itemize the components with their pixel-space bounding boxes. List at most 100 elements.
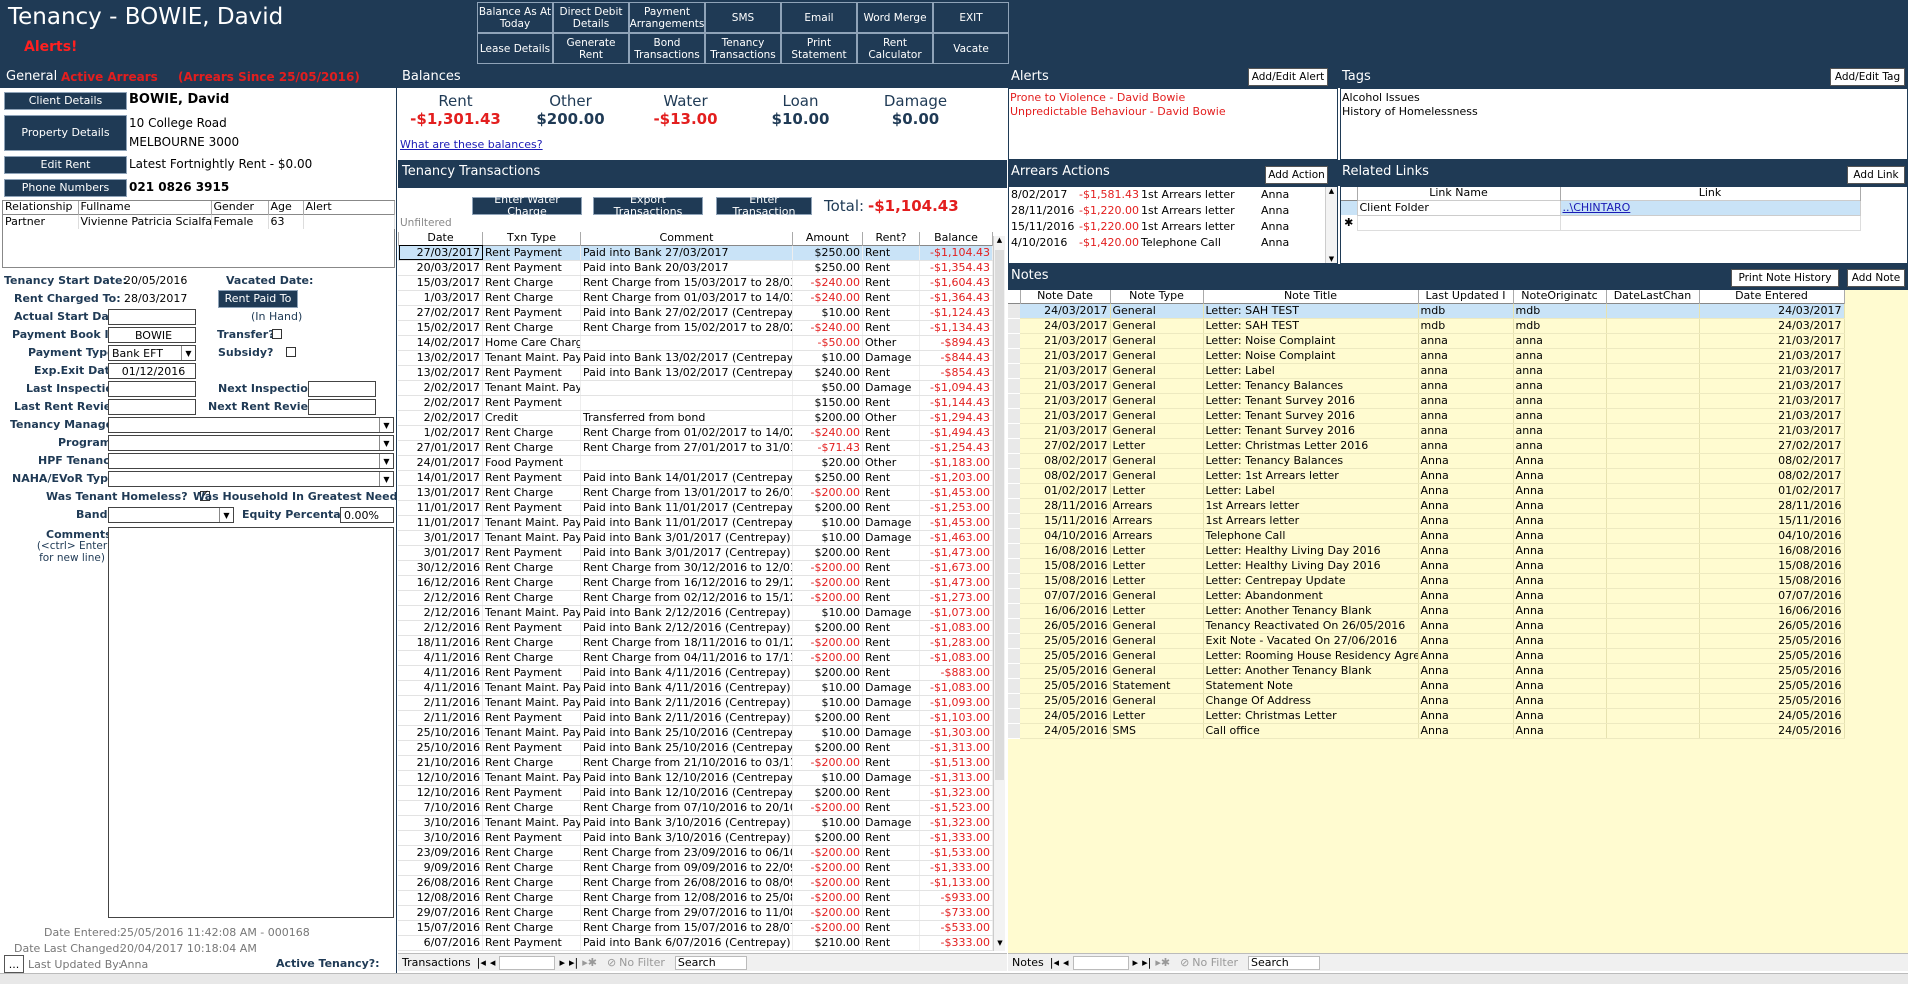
row-selector[interactable] (1008, 543, 1020, 559)
transaction-row[interactable]: 15/03/2017 Rent Charge Rent Charge from 15… (398, 275, 993, 291)
toolbar-payment-arrangements-button[interactable]: Payment Arrangements (629, 2, 705, 33)
hpf-tenancy-select[interactable]: ▼ (108, 453, 394, 469)
toolbar-email-button[interactable]: Email (781, 2, 857, 33)
transactions-column-header[interactable]: Amount (792, 232, 863, 245)
alerts-indicator[interactable]: Alerts! (24, 39, 77, 55)
no-filter-label[interactable]: No Filter (619, 956, 665, 969)
note-row[interactable]: 15/08/2016 Letter Letter: Centrepay Update… (1008, 573, 1845, 589)
row-selector[interactable] (1008, 408, 1020, 424)
note-row[interactable]: 21/03/2017 General Letter: Tenant Survey 2… (1008, 423, 1845, 439)
more-button[interactable]: ... (4, 955, 24, 973)
new-link-url-cell[interactable] (1559, 214, 1861, 231)
scroll-up-icon[interactable]: ▲ (1326, 187, 1337, 195)
next-rent-review-input[interactable] (308, 399, 376, 415)
note-row[interactable]: 15/08/2016 Letter Letter: Healthy Living D… (1008, 558, 1845, 574)
transaction-row[interactable]: 3/10/2016 Rent Payment Paid into Bank 3/10… (398, 830, 993, 846)
transaction-row[interactable]: 13/01/2017 Rent Charge Rent Charge from 13… (398, 485, 993, 501)
link-name-cell[interactable]: Client Folder (1356, 199, 1561, 216)
add-edit-tag-button[interactable]: Add/Edit Tag (1830, 68, 1905, 86)
payment-type-select[interactable]: Bank EFT ▼ (108, 345, 196, 361)
arrears-scrollbar[interactable]: ▲ ▼ (1325, 187, 1337, 263)
row-selector[interactable] (1008, 603, 1020, 619)
note-row[interactable]: 15/11/2016 Arrears 1st Arrears letter Anna A… (1008, 513, 1845, 529)
transaction-row[interactable]: 30/12/2016 Rent Charge Rent Charge from 30… (398, 560, 993, 576)
notes-column-header[interactable]: Note Date (1020, 290, 1111, 303)
row-selector[interactable] (1008, 318, 1020, 334)
actual-start-input[interactable] (108, 309, 196, 325)
transaction-row[interactable]: 15/02/2017 Rent Charge Rent Charge from 15… (398, 320, 993, 336)
add-edit-alert-button[interactable]: Add/Edit Alert (1248, 68, 1328, 86)
transaction-row[interactable]: 23/09/2016 Rent Charge Rent Charge from 23… (398, 845, 993, 861)
tenancy-manager-select[interactable]: ▼ (108, 417, 394, 433)
exp-exit-input[interactable]: 01/12/2016 (108, 363, 196, 379)
link-url-cell[interactable]: ..\CHINTARO (1559, 199, 1861, 216)
payment-book-id-input[interactable]: BOWIE (108, 327, 196, 343)
row-selector[interactable] (1008, 303, 1020, 319)
link-row[interactable]: Client Folder ..\CHINTARO (1341, 199, 1861, 216)
transaction-row[interactable]: 21/10/2016 Rent Charge Rent Charge from 21… (398, 755, 993, 771)
prev-record-icon[interactable]: ◂ (1063, 956, 1069, 969)
transaction-row[interactable]: 12/10/2016Tenant Maint. PaymentPaid into… (398, 770, 993, 786)
row-selector[interactable] (1008, 723, 1020, 739)
row-selector[interactable] (1008, 453, 1020, 469)
transaction-row[interactable]: 9/09/2016 Rent Charge Rent Charge from 09/… (398, 860, 993, 876)
first-record-icon[interactable]: |◂ (477, 956, 486, 969)
record-number-input[interactable] (499, 955, 556, 970)
transactions-column-header[interactable]: Rent? (862, 232, 920, 245)
toolbar-print-statement-button[interactable]: Print Statement (781, 33, 857, 64)
transaction-row[interactable]: 1/03/2017 Rent Charge Rent Charge from 01/… (398, 290, 993, 306)
transaction-row[interactable]: 13/02/2017Tenant Maint. PaymentPaid into… (398, 350, 993, 366)
notes-search-input[interactable]: Search (1247, 955, 1320, 970)
transaction-row[interactable]: 27/02/2017 Rent Payment Paid into Bank 27/… (398, 305, 993, 321)
transactions-column-header[interactable]: Comment (580, 232, 793, 245)
transaction-row[interactable]: 20/03/2017 Rent Payment Paid into Bank 20/… (398, 260, 993, 276)
transaction-row[interactable]: 2/11/2016Tenant Maint. PaymentPaid into … (398, 695, 993, 711)
notes-record-number-input[interactable] (1072, 955, 1129, 970)
note-row[interactable]: 27/02/2017 Letter Letter: Christmas Letter… (1008, 438, 1845, 454)
arrears-action-row[interactable]: 4/10/2016 -$1,420.00 Telephone Call Anna (1009, 235, 1325, 251)
transaction-row[interactable]: 2/11/2016 Rent Payment Paid into Bank 2/11… (398, 710, 993, 726)
household-column-header[interactable]: Relationship (3, 201, 79, 214)
note-row[interactable]: 08/02/2017 General Letter: 1st Arrears let… (1008, 468, 1845, 484)
transaction-row[interactable]: 3/01/2017 Rent Payment Paid into Bank 3/01… (398, 545, 993, 561)
note-row[interactable]: 21/03/2017 General Letter: Tenancy Balance… (1008, 378, 1845, 394)
row-selector[interactable] (1008, 573, 1020, 589)
toolbar-tenancy-transactions-button[interactable]: Tenancy Transactions (705, 33, 781, 64)
rent-paid-to-button[interactable]: Rent Paid To (218, 290, 298, 308)
toolbar-sms-button[interactable]: SMS (705, 2, 781, 33)
chevron-down-icon[interactable]: ▼ (379, 436, 393, 450)
toolbar-bond-transactions-button[interactable]: Bond Transactions (629, 33, 705, 64)
note-row[interactable]: 24/05/2016 SMS Call office Anna Anna 24/05/20… (1008, 723, 1845, 739)
transaction-row[interactable]: 4/11/2016 Rent Payment Paid into Bank 4/11… (398, 665, 993, 681)
notes-column-header[interactable]: Note Title (1203, 290, 1419, 303)
chevron-down-icon[interactable]: ▼ (181, 346, 195, 360)
transaction-row[interactable]: 4/11/2016 Rent Charge Rent Charge from 04/… (398, 650, 993, 666)
transaction-row[interactable]: 18/11/2016 Rent Charge Rent Charge from 18… (398, 635, 993, 651)
transaction-row[interactable]: 2/12/2016Tenant Maint. PaymentPaid into … (398, 605, 993, 621)
notes-no-filter-label[interactable]: No Filter (1192, 956, 1238, 969)
scroll-down-icon[interactable]: ▼ (1326, 255, 1337, 263)
transaction-row[interactable]: 14/02/2017 Home Care Charge -$50.00 Other -$… (398, 335, 993, 351)
household-column-header[interactable]: Alert (303, 201, 395, 214)
transaction-row[interactable]: 25/10/2016Tenant Maint. PaymentPaid into… (398, 725, 993, 741)
next-record-icon[interactable]: ▸ (559, 956, 565, 969)
transaction-row[interactable]: 2/02/2017Tenant Maint. Payment $50.00Dama… (398, 380, 993, 396)
note-row[interactable]: 16/06/2016 Letter Letter: Another Tenancy … (1008, 603, 1845, 619)
toolbar-balance-as-at-today-button[interactable]: Balance As At Today (477, 2, 553, 33)
row-selector[interactable] (1008, 348, 1020, 364)
note-row[interactable]: 21/03/2017 General Letter: Noise Complaint… (1008, 333, 1845, 349)
notes-column-header[interactable]: Last Updated I (1418, 290, 1514, 303)
transaction-row[interactable]: 27/01/2017 Rent Charge Rent Charge from 27… (398, 440, 993, 456)
row-selector[interactable] (1341, 200, 1357, 215)
client-details-button[interactable]: Client Details (4, 92, 127, 110)
transaction-row[interactable]: 2/12/2016 Rent Payment Paid into Bank 2/12… (398, 620, 993, 636)
transactions-column-header[interactable]: Date (398, 232, 483, 245)
note-row[interactable]: 26/05/2016 General Tenancy Reactivated On … (1008, 618, 1845, 634)
row-selector[interactable] (1008, 363, 1020, 379)
new-link-name-cell[interactable] (1356, 214, 1561, 231)
first-record-icon[interactable]: |◂ (1050, 956, 1059, 969)
new-link-row[interactable]: ✱ (1341, 214, 1861, 231)
transaction-row[interactable]: 3/10/2016Tenant Maint. PaymentPaid into … (398, 815, 993, 831)
links-column-header[interactable]: Link Name (1357, 187, 1561, 200)
row-selector[interactable] (1008, 483, 1020, 499)
